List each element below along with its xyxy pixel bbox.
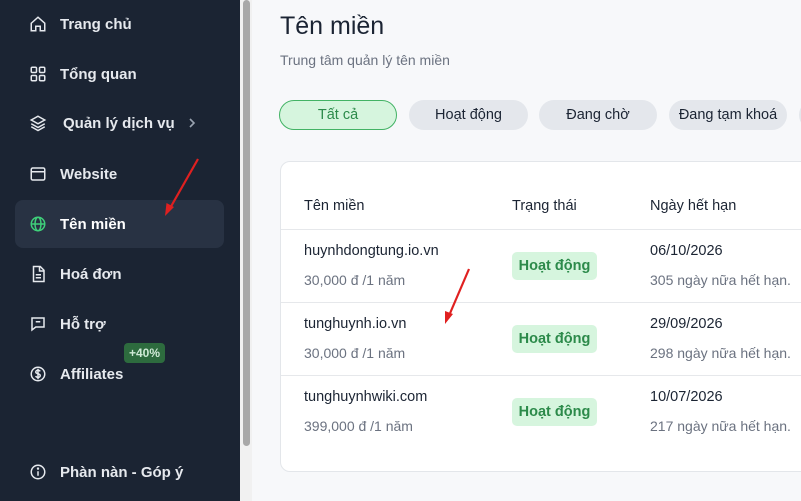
sidebar-scrollbar[interactable] (240, 0, 252, 501)
sidebar-item-services[interactable]: Quản lý dịch vụ (15, 99, 224, 147)
sidebar-item-affiliates[interactable]: Affiliates +40% (15, 343, 224, 398)
domain-price: 399,000 đ /1 năm (304, 418, 413, 434)
grid-icon (29, 65, 47, 83)
expiry-date: 06/10/2026 (650, 243, 723, 259)
sidebar-item-label: Tổng quan (60, 65, 137, 83)
expiry-note: 217 ngày nữa hết hạn. (650, 418, 791, 434)
home-icon (29, 15, 47, 33)
sidebar-item-label: Website (60, 165, 118, 183)
column-header-domain: Tên miền (304, 198, 365, 214)
status-badge: Hoạt động (512, 325, 597, 353)
domain-name[interactable]: tunghuynhwiki.com (304, 389, 427, 405)
column-header-status: Trạng thái (512, 198, 577, 214)
browser-icon (29, 165, 47, 183)
filter-active[interactable]: Hoạt động (409, 100, 528, 130)
scrollbar-thumb[interactable] (243, 0, 250, 446)
sidebar-item-label: Hỗ trợ (60, 315, 106, 333)
info-icon (29, 463, 47, 481)
filter-pending[interactable]: Đang chờ (539, 100, 657, 130)
sidebar-item-label: Trang chủ (60, 15, 132, 33)
sidebar-item-overview[interactable]: Tổng quan (15, 50, 224, 98)
filter-suspended[interactable]: Đang tạm khoá (669, 100, 787, 130)
expiry-note: 305 ngày nữa hết hạn. (650, 272, 791, 288)
sidebar-item-feedback[interactable]: Phàn nàn - Góp ý (15, 448, 224, 496)
dollar-icon (29, 365, 47, 383)
chevron-right-icon (187, 117, 197, 129)
filter-all[interactable]: Tất cả (279, 100, 397, 130)
sidebar-item-invoices[interactable]: Hoá đơn (15, 250, 224, 298)
sidebar-item-domains[interactable]: Tên miền (15, 200, 224, 248)
chat-icon (29, 315, 47, 333)
domain-price: 30,000 đ /1 năm (304, 345, 406, 361)
sidebar: Trang chủ Tổng quan Quản lý dịch vụ Webs… (0, 0, 240, 501)
sidebar-item-label: Tên miền (60, 215, 126, 233)
expiry-date: 10/07/2026 (650, 389, 723, 405)
column-header-expiry: Ngày hết hạn (650, 198, 737, 214)
row-divider (281, 229, 801, 230)
sidebar-item-website[interactable]: Website (15, 150, 224, 198)
invoice-icon (29, 265, 47, 283)
domain-name[interactable]: tunghuynh.io.vn (304, 316, 406, 332)
expiry-note: 298 ngày nữa hết hạn. (650, 345, 791, 361)
sidebar-item-home[interactable]: Trang chủ (15, 0, 224, 48)
status-badge: Hoạt động (512, 252, 597, 280)
sidebar-item-label: Quản lý dịch vụ (63, 114, 175, 132)
sidebar-item-label: Phàn nàn - Góp ý (60, 463, 184, 481)
sidebar-item-label: Hoá đơn (60, 265, 122, 283)
domain-name[interactable]: huynhdongtung.io.vn (304, 243, 439, 259)
page-subtitle: Trung tâm quản lý tên miền (280, 52, 450, 68)
row-divider (281, 375, 801, 376)
status-badge: Hoạt động (512, 398, 597, 426)
globe-icon (29, 215, 47, 233)
sidebar-item-support[interactable]: Hỗ trợ (15, 300, 224, 348)
page-title: Tên miền (280, 12, 385, 40)
sidebar-item-label: Affiliates (60, 365, 124, 383)
layers-icon (29, 114, 47, 132)
domain-price: 30,000 đ /1 năm (304, 272, 406, 288)
affiliates-badge: +40% (124, 343, 166, 363)
expiry-date: 29/09/2026 (650, 316, 723, 332)
row-divider (281, 302, 801, 303)
